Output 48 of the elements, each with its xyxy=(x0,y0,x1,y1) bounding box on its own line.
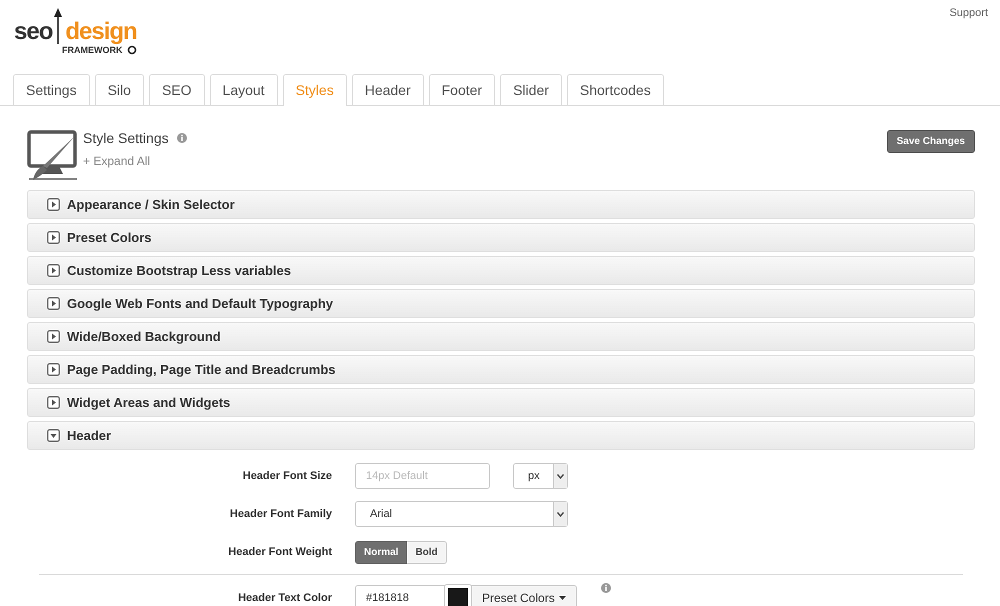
section-header[interactable]: Widget Areas and Widgets xyxy=(27,388,975,417)
preset-colors-button[interactable]: Preset Colors xyxy=(471,585,577,606)
field-label: Header Text Color xyxy=(237,592,333,604)
tab[interactable]: Silo xyxy=(94,74,144,105)
monitor-brush-icon xyxy=(27,130,79,182)
tab[interactable]: SEO xyxy=(148,74,205,105)
info-icon xyxy=(176,133,187,143)
expand-icon xyxy=(47,297,60,310)
expand-all-link[interactable]: + Expand All xyxy=(83,154,150,168)
weight-option[interactable]: Normal xyxy=(355,540,408,564)
unit-select[interactable]: px xyxy=(513,463,568,489)
info-icon xyxy=(600,583,611,593)
collapse-icon xyxy=(47,429,60,442)
panel-title: Style Settings xyxy=(83,129,169,148)
tab[interactable]: Footer xyxy=(428,74,496,105)
section-header[interactable]: Google Web Fonts and Default Typography xyxy=(27,289,975,318)
tab[interactable]: Settings xyxy=(13,74,90,105)
expand-icon xyxy=(47,330,60,343)
expand-icon xyxy=(47,231,60,244)
tab[interactable]: Slider xyxy=(500,74,562,105)
section-header[interactable]: Wide/Boxed Background xyxy=(27,322,975,351)
color-swatch xyxy=(445,585,471,606)
arrow-icon xyxy=(53,8,64,44)
field-label: Header Font Family xyxy=(228,508,333,520)
logo: seo design FRAMEWORK xyxy=(14,8,137,55)
expand-icon xyxy=(47,198,60,211)
caret-icon xyxy=(557,512,564,516)
expand-icon xyxy=(47,396,60,409)
save-changes-button[interactable]: Save Changes xyxy=(886,130,975,153)
circle-icon xyxy=(126,45,136,55)
tab[interactable]: Shortcodes xyxy=(566,74,664,105)
caret-icon xyxy=(557,474,564,478)
expand-icon xyxy=(47,264,60,277)
section-header[interactable]: Appearance / Skin Selector xyxy=(27,190,975,219)
section-header[interactable]: Page Padding, Page Title and Breadcrumbs xyxy=(27,355,975,384)
caret-icon xyxy=(558,596,566,600)
expand-icon xyxy=(47,363,60,376)
tab[interactable]: Layout xyxy=(210,74,278,105)
support-link[interactable]: Support xyxy=(949,7,988,19)
section-header[interactable]: Header xyxy=(27,421,975,450)
weight-option[interactable]: Bold xyxy=(407,540,447,564)
font-size-field[interactable]: 14px Default xyxy=(355,463,490,489)
field-label: Header Font Size xyxy=(242,470,333,482)
section-header[interactable]: Preset Colors xyxy=(27,223,975,252)
field-label: Header Font Weight xyxy=(227,546,333,558)
tab[interactable]: Header xyxy=(352,74,424,105)
font-family-select[interactable]: Arial xyxy=(355,501,568,527)
section-header[interactable]: Customize Bootstrap Less variables xyxy=(27,256,975,285)
